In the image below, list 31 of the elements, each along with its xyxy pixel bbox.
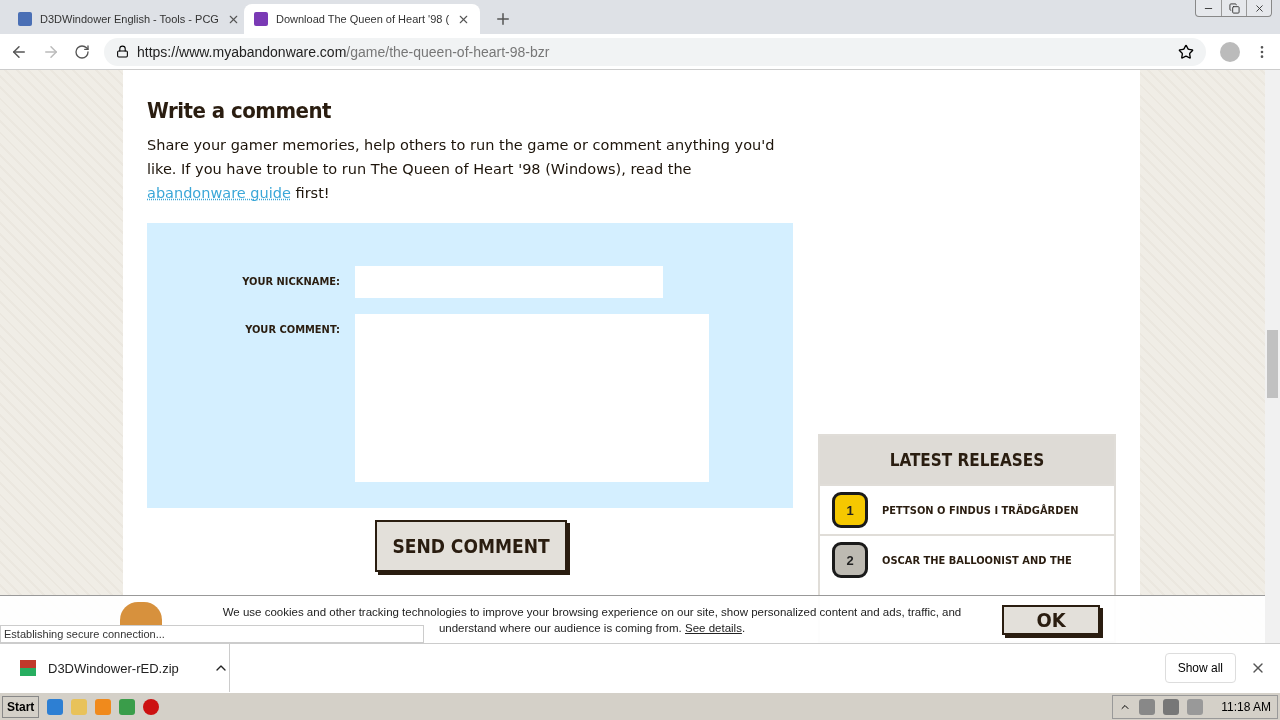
field-label: YOUR NICKNAME: [241, 274, 340, 290]
rank-badge: 1 [832, 492, 868, 528]
favicon-icon [254, 12, 268, 26]
send-comment-button[interactable]: SEND COMMENT [375, 520, 567, 572]
field-label: YOUR COMMENT: [244, 322, 340, 338]
ok-button[interactable]: OK [1002, 604, 1100, 635]
browser-tab[interactable]: D3DWindower English - Tools - PCG [8, 4, 244, 34]
intro-text: Share your gamer memories, help others to run the game or comment anything you'd like. If you have trouble to run The Queen of Heart '98 (Windows), read the abandonware guide first! [147, 136, 776, 203]
see-details-link[interactable]: See details [685, 621, 742, 634]
clock: 11:18 AM [1221, 699, 1271, 714]
section-heading: Write a comment [147, 98, 333, 123]
lock-icon [116, 45, 129, 58]
url-path: /game/the-queen-of-heart-98-bzr [346, 43, 551, 60]
scrollbar[interactable] [1265, 70, 1280, 643]
release-item[interactable]: 1 PETTSON O FINDUS I TRÄDGÅRDEN [820, 484, 1114, 534]
release-item[interactable]: 2 OSCAR THE BALLOONIST AND THE [820, 534, 1114, 584]
status-text: Establishing secure connection... [0, 625, 424, 643]
comment-field[interactable] [355, 314, 709, 482]
address-bar[interactable]: https://www.myabandonware.com/game/the-queen-of-heart-98-bzr [104, 37, 1206, 66]
url-host: https://www.myabandonware.com [137, 43, 347, 60]
start-button[interactable]: Start [2, 695, 40, 718]
bookmark-star-icon[interactable] [1178, 43, 1194, 60]
browser-tab[interactable]: Download The Queen of Heart '98 ( [244, 4, 480, 34]
show-all-button[interactable]: Show all [1164, 653, 1236, 683]
panel-title: LATEST RELEASES [820, 436, 1114, 484]
archive-icon [20, 660, 36, 676]
reload-icon[interactable] [74, 43, 90, 60]
rank-badge: 2 [832, 542, 868, 578]
profile-icon[interactable] [1220, 41, 1240, 62]
favicon-icon [18, 12, 32, 26]
nickname-field[interactable] [355, 266, 663, 298]
